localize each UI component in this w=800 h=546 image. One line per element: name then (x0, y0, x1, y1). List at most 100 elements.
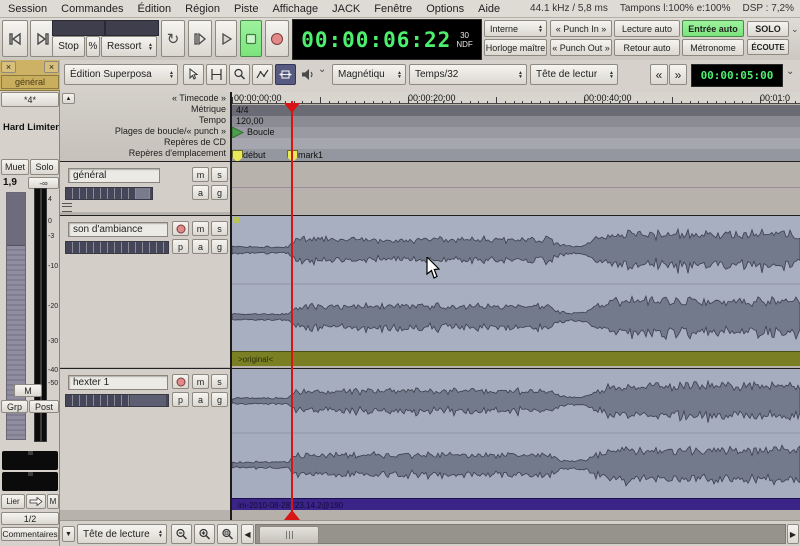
track-mute-button[interactable]: m (192, 374, 209, 389)
punch-in-button[interactable]: « Punch In » (550, 20, 612, 37)
zoom-out-button[interactable] (171, 524, 192, 544)
stretch-tool-button[interactable] (275, 64, 296, 85)
meter-ruler[interactable]: 4/4 (232, 105, 800, 116)
panner-1[interactable] (2, 451, 58, 470)
shuttle-style-select[interactable]: Ressort ▲ ▼ (101, 36, 157, 57)
track-group-button[interactable]: g (211, 392, 228, 407)
track-automation-button[interactable]: a (192, 392, 209, 407)
track-resize-grip[interactable] (62, 203, 72, 212)
strip-plugin-label[interactable]: Hard Limiter (3, 122, 59, 133)
track-gain-slider[interactable] (65, 187, 153, 200)
track-automation-button[interactable]: a (192, 185, 209, 200)
tools-chevron-down-icon[interactable]: ⌄ (318, 64, 326, 75)
track-header-general[interactable]: général m s a g (60, 161, 230, 212)
region-hexter[interactable]: im-2010-08-28T23.14.2@190 (232, 368, 800, 511)
track-gain-slider[interactable] (65, 394, 169, 407)
toolbar-chevron-down-icon[interactable]: ⌄ (786, 66, 794, 77)
track-record-button[interactable] (172, 374, 189, 389)
meter-post-button[interactable]: Post (29, 400, 59, 413)
timecode-ruler[interactable]: 00:00:00;00 00:00:20;00 00:00:40;00 00:0… (232, 92, 800, 104)
track-solo-button[interactable]: s (211, 167, 228, 182)
track-playlist-button[interactable]: p (172, 239, 189, 254)
shrink-strip-button[interactable]: × (1, 61, 16, 73)
draw-tool-button[interactable] (252, 64, 273, 85)
punch-out-button[interactable]: « Punch Out » (550, 39, 612, 56)
goto-start-button[interactable] (2, 20, 28, 57)
track-header-ambiance[interactable]: son d'ambiance m s p a g (60, 215, 230, 367)
menu-piste[interactable]: Piste (234, 3, 258, 15)
strip-name-tab[interactable]: général (1, 75, 59, 89)
stop-button[interactable] (240, 20, 262, 57)
playhead-line[interactable] (291, 101, 293, 511)
menu-commandes[interactable]: Commandes (61, 3, 123, 15)
ruler-label-loop[interactable]: Plages de boucle/« punch » (115, 126, 226, 137)
strip-preset-button[interactable]: *4* (1, 92, 59, 107)
track-mute-button[interactable]: m (192, 167, 209, 182)
track-playlist-button[interactable]: p (172, 392, 189, 407)
expand-strip-button[interactable]: × (44, 61, 59, 73)
track-record-button[interactable] (172, 221, 189, 236)
zoom-fit-button[interactable] (217, 524, 238, 544)
menu-region[interactable]: Région (185, 3, 220, 15)
menu-jack[interactable]: JACK (332, 3, 360, 15)
track-group-button[interactable]: g (211, 185, 228, 200)
track-automation-button[interactable]: a (192, 239, 209, 254)
group-button[interactable]: Grp (1, 400, 28, 413)
track-mute-button[interactable]: m (192, 221, 209, 236)
playhead-bottom-triangle[interactable] (284, 510, 300, 520)
snap-mode-select[interactable]: Magnétiqu ▲ ▼ (332, 64, 406, 85)
ruler-label-meter[interactable]: Métrique (191, 104, 226, 115)
menu-options[interactable]: Options (426, 3, 464, 15)
menu-affichage[interactable]: Affichage (272, 3, 318, 15)
loop-punch-ruler[interactable]: Boucle (232, 127, 800, 138)
hscroll-left-button[interactable]: ◀ (241, 524, 254, 544)
metering-point-button[interactable]: M (14, 384, 42, 397)
menu-fenetre[interactable]: Fenêtre (374, 3, 412, 15)
play-range-button[interactable] (188, 20, 212, 57)
track-gain-slider[interactable] (65, 241, 169, 254)
ruler-label-timecode[interactable]: « Timecode » (172, 93, 226, 104)
hscroll-right-button[interactable]: ▶ (787, 524, 799, 544)
strip-mute-button[interactable]: Muet (1, 159, 29, 175)
grab-tool-button[interactable] (183, 64, 204, 85)
record-arm-button[interactable] (265, 20, 289, 57)
solo-indicator-button[interactable]: SOLO (747, 21, 789, 37)
pan-direction-button[interactable] (26, 494, 46, 509)
shuttle-speed-display[interactable] (52, 20, 105, 36)
ruler-label-tempo[interactable]: Tempo (199, 115, 226, 126)
track-solo-button[interactable]: s (211, 374, 228, 389)
menu-aide[interactable]: Aide (478, 3, 500, 15)
horizontal-scrollbar[interactable] (255, 524, 786, 544)
shuttle-stop-button[interactable]: Stop (52, 36, 85, 57)
cd-markers-ruler[interactable] (232, 138, 800, 149)
playhead-top-triangle[interactable] (284, 103, 300, 113)
nudge-clock[interactable]: 00:00:05:00 (691, 64, 783, 87)
edit-mode-select[interactable]: Édition Superposa ▲ ▼ (64, 64, 178, 85)
edit-point-select[interactable]: Tête de lectur ▲ ▼ (530, 64, 618, 85)
nudge-forward-button[interactable]: » (669, 64, 687, 85)
audition-indicator-button[interactable]: ÉCOUTE (747, 39, 789, 55)
track-header-hexter[interactable]: hexter 1 m s p a g (60, 368, 230, 510)
region-ambiance[interactable]: >original< (232, 215, 800, 366)
bottom-edit-point-select[interactable]: Tête de lecture ▲ ▼ (77, 524, 167, 544)
zoom-tool-button[interactable] (229, 64, 250, 85)
main-transport-clock[interactable]: 00:00:06:22 30 NDF (292, 19, 482, 60)
region-name-bar-ambiance[interactable]: >original< (232, 351, 800, 366)
metronome-button[interactable]: Métronome (682, 39, 744, 56)
hscroll-thumb[interactable] (259, 526, 319, 544)
menu-edition[interactable]: Édition (138, 3, 172, 15)
location-markers-ruler[interactable]: début mark1 (232, 149, 800, 162)
nudge-backward-button[interactable]: « (650, 64, 668, 85)
clock-master-button[interactable]: Horloge maître (484, 39, 547, 56)
ruler-label-marks[interactable]: Repères d'emplacement (129, 148, 226, 159)
loop-button[interactable]: ↻ (161, 20, 185, 57)
pan-link-button[interactable]: Lier (1, 494, 25, 509)
track-name-field[interactable]: son d'ambiance (68, 222, 168, 237)
shuttle-control[interactable] (105, 20, 159, 36)
strip-solo-button[interactable]: Solo (30, 159, 59, 175)
track-solo-button[interactable]: s (211, 221, 228, 236)
zoom-in-button[interactable] (194, 524, 215, 544)
auto-play-button[interactable]: Lecture auto (614, 20, 680, 37)
range-tool-button[interactable] (206, 64, 227, 85)
auto-return-button[interactable]: Retour auto (614, 39, 680, 56)
